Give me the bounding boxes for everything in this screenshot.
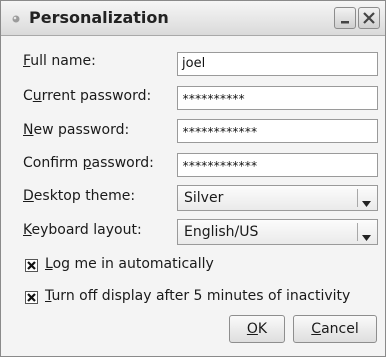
window-title: Personalization — [29, 8, 169, 27]
title-bar[interactable]: Personalization — [1, 1, 385, 36]
current-password-label: Current password: — [23, 88, 152, 104]
current-password-field[interactable]: ********** — [177, 86, 378, 110]
checkmark-icon — [27, 293, 36, 302]
chevron-down-icon — [362, 195, 371, 211]
dropdown-separator — [357, 223, 358, 241]
ok-button[interactable]: OK — [229, 315, 285, 343]
new-password-field[interactable]: ************ — [177, 119, 378, 143]
minimize-icon — [341, 21, 349, 24]
close-icon — [363, 12, 375, 24]
confirm-password-label: Confirm password: — [23, 155, 154, 171]
minimize-button[interactable] — [334, 7, 356, 29]
personalization-window: Personalization Full name: joel Current … — [0, 0, 386, 357]
confirm-password-field[interactable]: ************ — [177, 153, 378, 177]
chevron-down-icon — [362, 229, 371, 245]
keyboard-layout-value: English/US — [184, 224, 259, 240]
full-name-label: Full name: — [23, 53, 96, 69]
keyboard-layout-label: Keyboard layout: — [23, 222, 142, 238]
cancel-button[interactable]: Cancel — [293, 315, 377, 343]
auto-login-checkbox[interactable] — [25, 259, 38, 272]
full-name-field[interactable]: joel — [177, 52, 378, 76]
display-off-checkbox[interactable] — [25, 291, 38, 304]
close-button[interactable] — [358, 7, 380, 29]
auto-login-label[interactable]: Log me in automatically — [45, 256, 214, 272]
bullet-icon — [11, 12, 21, 23]
keyboard-layout-dropdown[interactable]: English/US — [177, 219, 378, 245]
desktop-theme-value: Silver — [184, 190, 224, 206]
new-password-label: New password: — [23, 122, 130, 138]
dropdown-separator — [357, 189, 358, 207]
desktop-theme-label: Desktop theme: — [23, 188, 136, 204]
desktop-theme-dropdown[interactable]: Silver — [177, 185, 378, 211]
display-off-label[interactable]: Turn off display after 5 minutes of inac… — [45, 288, 350, 304]
checkmark-icon — [27, 261, 36, 270]
